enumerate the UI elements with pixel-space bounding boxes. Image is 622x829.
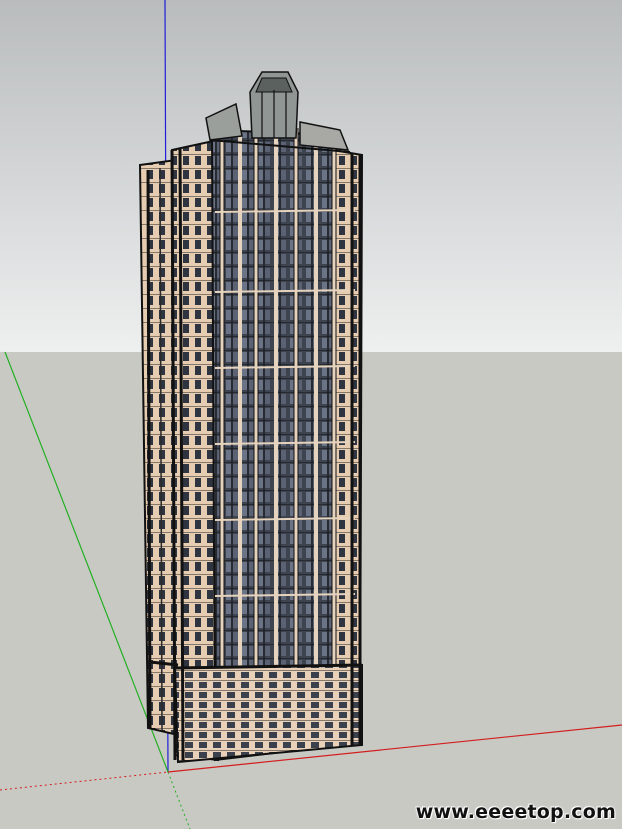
podium-base [173,663,363,764]
building-model[interactable] [138,71,364,764]
sketchup-3d-viewport[interactable]: www.eeeetop.com [0,0,622,829]
pilasters [220,125,336,758]
watermark-text: www.eeeetop.com [415,801,616,823]
right-facade [331,148,364,747]
model-scene[interactable] [0,0,622,829]
